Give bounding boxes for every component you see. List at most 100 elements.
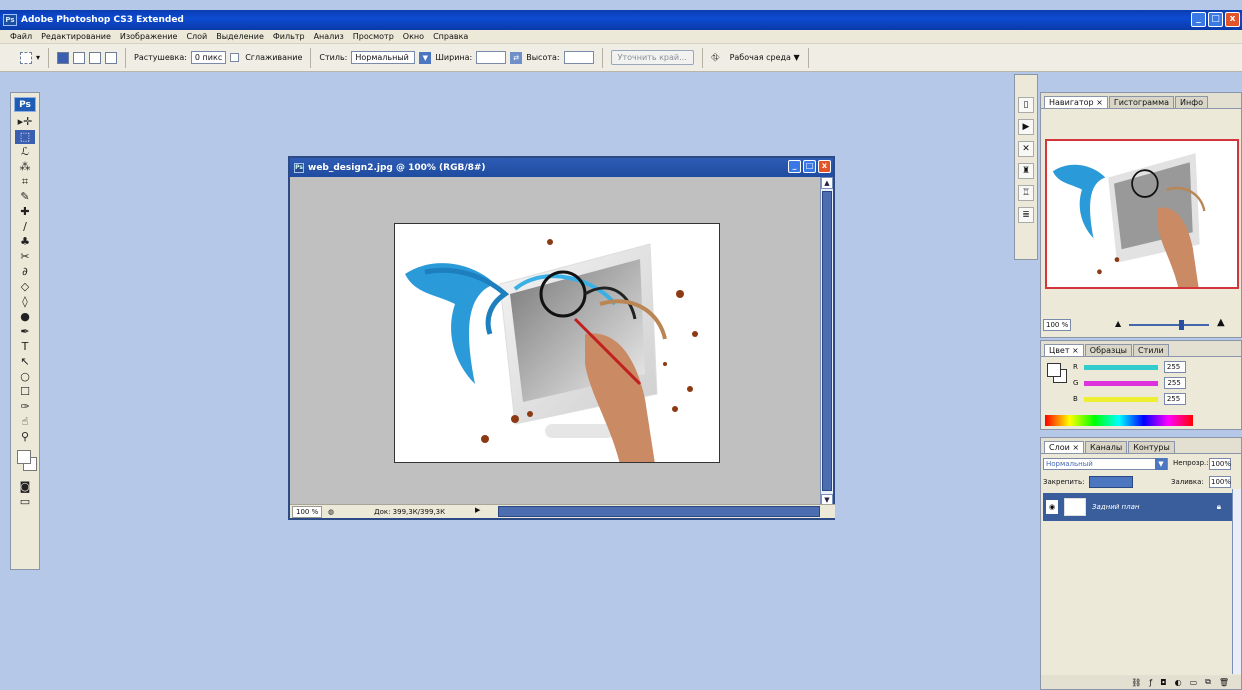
menu-item-edit[interactable]: Редактирование — [41, 32, 111, 41]
type-tool-icon[interactable]: T — [15, 340, 35, 354]
canvas-area[interactable] — [290, 177, 820, 506]
tab-layers[interactable]: Слои × — [1044, 441, 1085, 453]
fill-input[interactable]: 100% — [1209, 476, 1231, 488]
history-brush-tool-icon[interactable]: ✂ — [15, 250, 35, 264]
layer-row[interactable]: ◉ Задний план 🔒︎ — [1043, 493, 1233, 521]
chevron-down-icon[interactable]: ▼ — [1155, 458, 1167, 470]
document-close-button[interactable]: x — [818, 160, 831, 173]
layer-mask-icon[interactable]: ◘ — [1160, 678, 1166, 687]
chevron-down-icon[interactable]: ▼ — [419, 51, 432, 64]
document-vertical-scrollbar[interactable]: ▲ ▼ — [820, 177, 833, 506]
scroll-thumb[interactable] — [822, 191, 832, 491]
dodge-tool-icon[interactable]: ● — [15, 310, 35, 324]
intersect-selection-icon[interactable] — [105, 51, 118, 64]
menu-item-analysis[interactable]: Анализ — [314, 32, 344, 41]
new-group-icon[interactable]: ▭ — [1190, 678, 1198, 687]
menu-item-layer[interactable]: Слой — [186, 32, 207, 41]
minimize-button[interactable]: _ — [1191, 12, 1206, 27]
tab-histogram[interactable]: Гистограмма — [1108, 96, 1175, 108]
slice-tool-icon[interactable]: ✎ — [15, 190, 35, 204]
status-menu-arrow-icon[interactable]: ▶ — [475, 506, 480, 514]
foreground-color-swatch[interactable] — [17, 450, 31, 464]
status-bridge-icon[interactable]: ◍ — [328, 508, 334, 516]
menu-item-file[interactable]: Файл — [10, 32, 32, 41]
refine-edge-button[interactable]: Уточнить край... — [610, 50, 694, 65]
blur-tool-icon[interactable]: ◊ — [15, 295, 35, 309]
document-minimize-button[interactable]: _ — [788, 160, 801, 173]
menu-item-window[interactable]: Окно — [403, 32, 424, 41]
clone-source-icon[interactable]: ♖ — [1018, 185, 1034, 201]
swap-dimensions-icon[interactable]: ⇄ — [510, 51, 523, 64]
brush-tool-icon[interactable]: ∕ — [15, 220, 35, 234]
trash-icon[interactable]: 🗑︎ — [1219, 678, 1229, 687]
eraser-tool-icon[interactable]: ∂ — [15, 265, 35, 279]
red-channel-input[interactable]: 255 — [1163, 361, 1186, 373]
height-input[interactable] — [563, 51, 594, 64]
link-layers-icon[interactable]: ⛓ — [1131, 678, 1141, 687]
navigator-zoom-input[interactable]: 100 % — [1043, 319, 1071, 331]
photoshop-logo-icon[interactable]: Ps — [14, 97, 36, 112]
tool-presets-icon[interactable]: ✕ — [1018, 141, 1034, 157]
maximize-button[interactable]: □ — [1208, 12, 1223, 27]
hand-tool-icon[interactable]: ☝ — [15, 415, 35, 429]
document-zoom-input[interactable]: 100 % — [292, 505, 322, 518]
tab-color[interactable]: Цвет × — [1044, 344, 1084, 356]
zoom-in-icon[interactable]: ▲ — [1217, 317, 1225, 328]
style-select[interactable]: Нормальный — [351, 51, 416, 64]
paint-bucket-tool-icon[interactable]: ◇ — [15, 280, 35, 294]
brushes-icon[interactable]: ♜ — [1018, 163, 1034, 179]
shape-tool-icon[interactable]: ○ — [15, 370, 35, 384]
menu-item-select[interactable]: Выделение — [216, 32, 264, 41]
pen-tool-icon[interactable]: ✒ — [15, 325, 35, 339]
tab-channels[interactable]: Каналы — [1085, 441, 1128, 453]
adjustment-layer-icon[interactable]: ◐ — [1175, 678, 1182, 687]
tab-styles[interactable]: Стили — [1133, 344, 1169, 356]
quick-mask-icon[interactable]: ◙ — [15, 480, 35, 494]
feather-input[interactable]: 0 пикс — [190, 51, 227, 64]
healing-brush-tool-icon[interactable]: ✚ — [15, 205, 35, 219]
history-icon[interactable]: ▯ — [1018, 97, 1034, 113]
document-horizontal-scrollbar[interactable] — [498, 506, 820, 517]
scroll-up-icon[interactable]: ▲ — [821, 177, 833, 189]
notes-tool-icon[interactable]: ☐ — [15, 385, 35, 399]
tab-paths[interactable]: Контуры — [1128, 441, 1175, 453]
image-canvas[interactable] — [394, 223, 720, 463]
opacity-input[interactable]: 100% — [1209, 458, 1231, 470]
document-title-bar[interactable]: Ps web_design2.jpg @ 100% (RGB/8#) _ □ x — [290, 158, 833, 177]
tab-swatches[interactable]: Образцы — [1084, 344, 1132, 356]
chevron-down-icon[interactable]: ▾ — [36, 53, 40, 62]
width-input[interactable] — [476, 51, 507, 64]
layer-comps-icon[interactable]: ≣ — [1018, 207, 1034, 223]
zoom-out-icon[interactable]: ▲ — [1115, 319, 1121, 328]
menu-item-view[interactable]: Просмотр — [353, 32, 394, 41]
color-swatches[interactable] — [14, 448, 37, 476]
red-channel-slider[interactable] — [1083, 364, 1158, 370]
color-foreground-swatch[interactable] — [1047, 363, 1061, 377]
antialias-checkbox[interactable] — [230, 53, 240, 62]
blend-mode-select[interactable]: Нормальный — [1043, 458, 1168, 470]
clone-stamp-tool-icon[interactable]: ♣ — [15, 235, 35, 249]
navigator-zoom-slider[interactable] — [1129, 320, 1209, 330]
workspace-menu[interactable]: Рабочая среда ▼ — [730, 53, 800, 62]
magic-wand-tool-icon[interactable]: ⁂ — [15, 160, 35, 174]
marquee-tool-icon[interactable]: ⬚ — [15, 130, 35, 144]
move-tool-icon[interactable]: ▸✛ — [15, 115, 35, 129]
layers-scrollbar[interactable] — [1232, 489, 1241, 674]
green-channel-slider[interactable] — [1084, 380, 1159, 386]
eyedropper-tool-icon[interactable]: ✑ — [15, 400, 35, 414]
lasso-tool-icon[interactable]: ℒ — [15, 145, 35, 159]
menu-item-help[interactable]: Справка — [433, 32, 468, 41]
eye-icon[interactable]: ◉ — [1046, 500, 1058, 514]
screen-mode-icon[interactable]: ▭ — [15, 495, 35, 509]
navigator-preview[interactable] — [1045, 139, 1239, 289]
crop-tool-icon[interactable]: ⌗ — [15, 175, 35, 189]
bridge-icon[interactable]: ⛗ — [711, 51, 720, 65]
document-maximize-button[interactable]: □ — [803, 160, 816, 173]
blue-channel-input[interactable]: 255 — [1163, 393, 1186, 405]
zoom-tool-icon[interactable]: ⚲ — [15, 430, 35, 444]
zoom-slider-handle[interactable] — [1179, 320, 1184, 330]
green-channel-input[interactable]: 255 — [1164, 377, 1187, 389]
new-selection-icon[interactable] — [57, 51, 70, 64]
path-selection-tool-icon[interactable]: ↖ — [15, 355, 35, 369]
color-spectrum-bar[interactable] — [1045, 415, 1193, 426]
